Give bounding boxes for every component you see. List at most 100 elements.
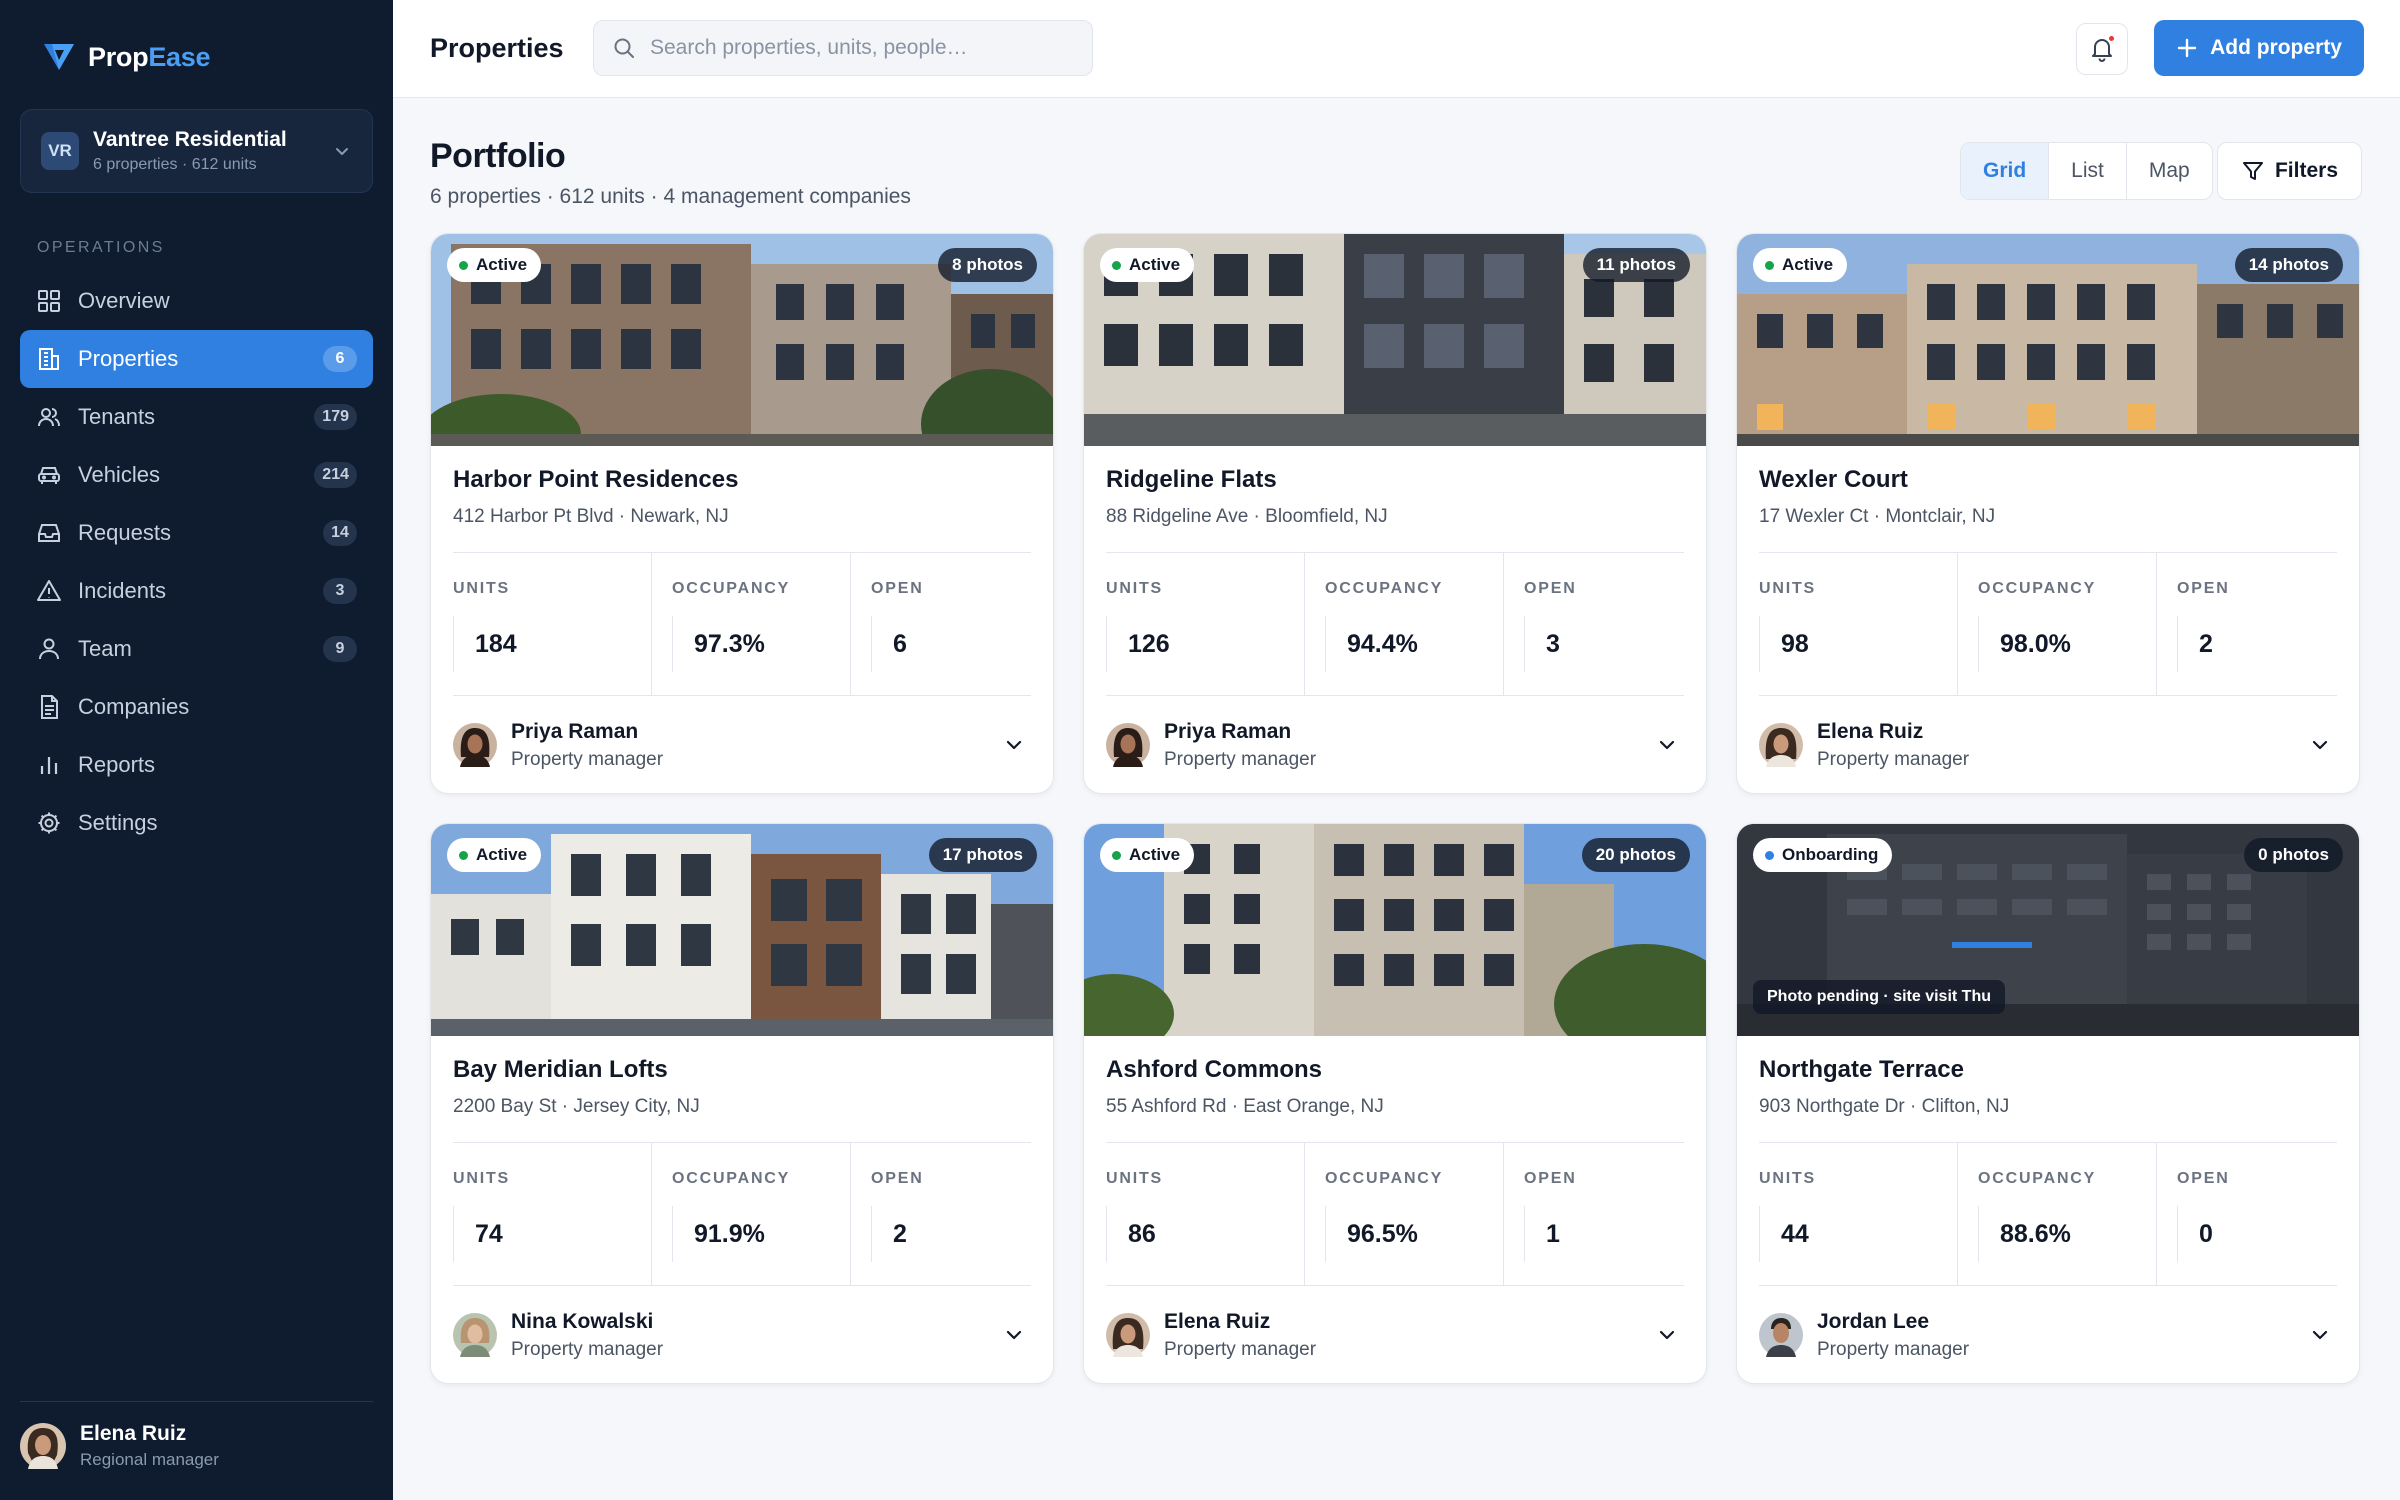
sidebar-item-label: Reports bbox=[78, 752, 156, 777]
open-value: 2 bbox=[893, 1219, 907, 1248]
occupancy-label: OCCUPANCY bbox=[1325, 1170, 1444, 1187]
org-switcher[interactable]: VR Vantree Residential 6 properties · 61… bbox=[20, 109, 373, 193]
add-property-button[interactable]: Add property bbox=[2154, 20, 2364, 76]
property-photo[interactable]: Active 14 photos bbox=[1737, 234, 2359, 446]
units-label: UNITS bbox=[453, 1170, 510, 1187]
sidebar-item-label: Requests bbox=[78, 520, 171, 545]
manager-name: Elena Ruiz bbox=[1817, 719, 1924, 743]
property-photo[interactable]: Active 17 photos bbox=[431, 824, 1053, 1036]
units-value: 98 bbox=[1781, 629, 1809, 658]
view-grid-button[interactable]: Grid bbox=[1961, 143, 2050, 199]
plus-icon bbox=[2177, 38, 2197, 58]
open-value: 3 bbox=[1546, 629, 1560, 658]
property-stats: UNITS 98 OCCUPANCY 98.0% OPEN 2 bbox=[1759, 552, 2337, 696]
occupancy-value: 94.4% bbox=[1347, 629, 1418, 658]
property-photo[interactable]: Onboarding 0 photos Photo pending · site… bbox=[1737, 824, 2359, 1036]
status-dot bbox=[1765, 260, 1774, 270]
open-value: 1 bbox=[1546, 1219, 1560, 1248]
sidebar-item-vehicles[interactable]: Vehicles 214 bbox=[20, 446, 373, 504]
avatar bbox=[453, 723, 497, 767]
property-photo[interactable]: Active 8 photos bbox=[431, 234, 1053, 446]
status-badge: Active bbox=[447, 248, 542, 282]
count-badge: 3 bbox=[323, 578, 357, 604]
notifications-button[interactable] bbox=[2076, 23, 2128, 75]
sidebar-item-incidents[interactable]: Incidents 3 bbox=[20, 562, 373, 620]
sidebar-item-overview[interactable]: Overview bbox=[20, 272, 373, 330]
photo-count-badge: 0 photos bbox=[2244, 838, 2343, 872]
property-address: 88 Ridgeline Ave · Bloomfield, NJ bbox=[1106, 506, 1388, 527]
notification-dot bbox=[2107, 34, 2116, 43]
user-role: Regional manager bbox=[80, 1450, 219, 1469]
car-icon bbox=[38, 467, 60, 484]
sidebar-item-team[interactable]: Team 9 bbox=[20, 620, 373, 678]
sidebar-item-label: Properties bbox=[78, 346, 179, 371]
chevron-down-icon[interactable] bbox=[1003, 1324, 1025, 1346]
count-badge: 14 bbox=[323, 520, 357, 546]
brand-logo[interactable]: PropEase bbox=[42, 40, 210, 74]
view-map-button[interactable]: Map bbox=[2127, 143, 2212, 199]
photo-count-badge: 8 photos bbox=[938, 248, 1037, 282]
manager-row[interactable]: Priya Raman Property manager bbox=[1106, 696, 1684, 793]
sidebar-item-settings[interactable]: Settings bbox=[20, 794, 373, 852]
photo-count-badge: 14 photos bbox=[2234, 248, 2343, 282]
manager-row[interactable]: Nina Kowalski Property manager bbox=[453, 1286, 1031, 1383]
avatar bbox=[1106, 723, 1150, 767]
property-address: 2200 Bay St · Jersey City, NJ bbox=[453, 1096, 700, 1117]
sidebar-item-properties[interactable]: Properties 6 bbox=[20, 330, 373, 388]
property-card[interactable]: Active 14 photos Wexler Court 17 Wexler … bbox=[1736, 233, 2360, 794]
chevron-down-icon[interactable] bbox=[1003, 734, 1025, 756]
building-icon bbox=[39, 348, 59, 370]
property-stats: UNITS 184 OCCUPANCY 97.3% OPEN 6 bbox=[453, 552, 1031, 696]
warning-icon bbox=[37, 580, 61, 601]
document-icon bbox=[41, 695, 58, 719]
org-avatar: VR bbox=[41, 132, 79, 170]
chevron-down-icon[interactable] bbox=[1656, 1324, 1678, 1346]
property-name[interactable]: Harbor Point Residences bbox=[453, 466, 1031, 494]
property-address: 903 Northgate Dr · Clifton, NJ bbox=[1759, 1096, 2010, 1117]
occupancy-label: OCCUPANCY bbox=[672, 1170, 791, 1187]
property-photo[interactable]: Active 11 photos bbox=[1084, 234, 1706, 446]
manager-row[interactable]: Priya Raman Property manager bbox=[453, 696, 1031, 793]
status-dot bbox=[459, 260, 468, 270]
property-card[interactable]: Onboarding 0 photos Photo pending · site… bbox=[1736, 823, 2360, 1384]
property-name[interactable]: Wexler Court bbox=[1759, 466, 2337, 494]
manager-row[interactable]: Elena Ruiz Property manager bbox=[1759, 696, 2337, 793]
chevron-down-icon[interactable] bbox=[1656, 734, 1678, 756]
property-card[interactable]: Active 11 photos Ridgeline Flats 88 Ridg… bbox=[1083, 233, 1707, 794]
view-list-button[interactable]: List bbox=[2049, 143, 2127, 199]
property-card[interactable]: Active 8 photos Harbor Point Residences … bbox=[430, 233, 1054, 794]
property-name[interactable]: Bay Meridian Lofts bbox=[453, 1056, 1031, 1084]
search-input[interactable] bbox=[650, 36, 1074, 60]
portfolio-summary: 6 properties · 612 units · 4 management … bbox=[430, 185, 911, 208]
property-name[interactable]: Northgate Terrace bbox=[1759, 1056, 2337, 1084]
current-user[interactable]: Elena Ruiz Regional manager bbox=[20, 1401, 373, 1470]
units-value: 44 bbox=[1781, 1219, 1809, 1248]
avatar bbox=[1106, 1313, 1150, 1357]
chevron-down-icon[interactable] bbox=[2309, 1324, 2331, 1346]
units-label: UNITS bbox=[1759, 580, 1816, 597]
property-photo[interactable]: Active 20 photos bbox=[1084, 824, 1706, 1036]
open-value: 0 bbox=[2199, 1219, 2213, 1248]
sidebar-item-requests[interactable]: Requests 14 bbox=[20, 504, 373, 562]
manager-row[interactable]: Elena Ruiz Property manager bbox=[1106, 1286, 1684, 1383]
property-grid: Active 8 photos Harbor Point Residences … bbox=[430, 233, 2360, 1384]
open-label: OPEN bbox=[1524, 580, 1577, 597]
photo-count-badge: 20 photos bbox=[1581, 838, 1690, 872]
sidebar-item-tenants[interactable]: Tenants 179 bbox=[20, 388, 373, 446]
chevron-down-icon[interactable] bbox=[2309, 734, 2331, 756]
status-badge: Active bbox=[1100, 248, 1195, 282]
open-label: OPEN bbox=[2177, 580, 2230, 597]
manager-name: Priya Raman bbox=[1164, 719, 1292, 743]
filters-button[interactable]: Filters bbox=[2217, 142, 2362, 200]
view-toggle: Grid List Map bbox=[1960, 142, 2213, 200]
property-name[interactable]: Ridgeline Flats bbox=[1106, 466, 1684, 494]
property-card[interactable]: Active 17 photos Bay Meridian Lofts 2200… bbox=[430, 823, 1054, 1384]
manager-row[interactable]: Jordan Lee Property manager bbox=[1759, 1286, 2337, 1383]
property-card[interactable]: Active 20 photos Ashford Commons 55 Ashf… bbox=[1083, 823, 1707, 1384]
search-box[interactable] bbox=[593, 20, 1093, 76]
open-label: OPEN bbox=[1524, 1170, 1577, 1187]
sidebar-item-companies[interactable]: Companies bbox=[20, 678, 373, 736]
property-stats: UNITS 74 OCCUPANCY 91.9% OPEN 2 bbox=[453, 1142, 1031, 1286]
property-name[interactable]: Ashford Commons bbox=[1106, 1056, 1684, 1084]
sidebar-item-reports[interactable]: Reports bbox=[20, 736, 373, 794]
